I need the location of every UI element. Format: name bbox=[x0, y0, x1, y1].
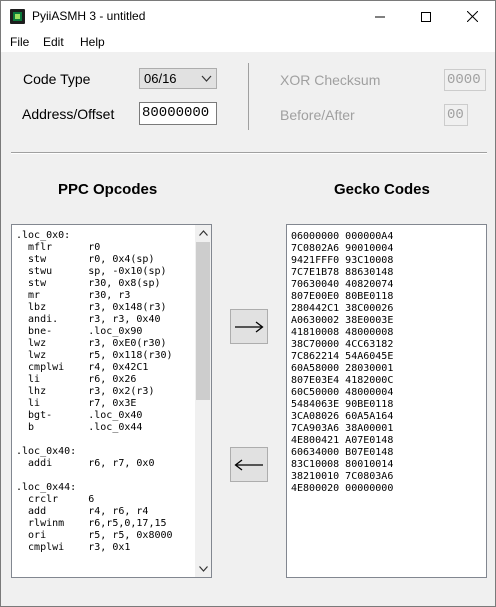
ppc-opcodes-heading: PPC Opcodes bbox=[58, 181, 158, 198]
opcode-line bbox=[16, 470, 211, 482]
menu-help[interactable]: Help bbox=[80, 35, 105, 49]
gecko-code-line: 9421FFF0 93C10008 bbox=[291, 255, 394, 266]
chevron-down-icon bbox=[198, 566, 208, 572]
gecko-code-line: 7C7E1B78 88630148 bbox=[291, 267, 394, 278]
opcode-line: mr r30, r3 bbox=[16, 290, 131, 301]
gecko-code-line: 4E800421 A07E0148 bbox=[291, 435, 394, 446]
gecko-codes-editor[interactable]: 06000000 000000A4 7C0802A6 90010004 9421FF… bbox=[286, 224, 487, 578]
gecko-code-line: 5484063E 90BE0118 bbox=[291, 399, 394, 410]
opcode-line: li r7, 0x3E bbox=[16, 398, 137, 409]
xor-checksum-label: XOR Checksum bbox=[280, 72, 381, 88]
gecko-code-line: 7C0802A6 90010004 bbox=[291, 243, 394, 254]
opcode-line: lwz r5, 0x118(r30) bbox=[16, 350, 173, 361]
gecko-code-line: 41810008 48000008 bbox=[291, 327, 394, 338]
title-bar: PyiiASMH 3 - untitled bbox=[1, 1, 495, 32]
ppc-opcodes-editor[interactable]: .loc_0x0: mflr r0 stw r0, 0x4(sp) stwu s… bbox=[11, 224, 212, 578]
opcode-lines: .loc_0x0: mflr r0 stw r0, 0x4(sp) stwu s… bbox=[16, 230, 211, 554]
disassemble-button[interactable] bbox=[230, 447, 268, 482]
opcode-line: .loc_0x40: bbox=[16, 446, 77, 457]
code-type-select[interactable]: 06/16 bbox=[139, 68, 217, 89]
opcode-line: andi. r3, r3, 0x40 bbox=[16, 314, 161, 325]
gecko-code-line: 3CA08026 60A5A164 bbox=[291, 411, 394, 422]
gecko-code-line: 38C70000 4CC63182 bbox=[291, 339, 394, 350]
gecko-lines: 06000000 000000A4 7C0802A6 90010004 9421FF… bbox=[291, 231, 486, 495]
maximize-icon bbox=[421, 11, 431, 22]
gecko-code-line: 60A58000 28030001 bbox=[291, 363, 394, 374]
opcode-line: cmplwi r3, 0x1 bbox=[16, 542, 131, 553]
before-after-input[interactable]: 00 bbox=[444, 104, 468, 126]
opcode-line: bgt- .loc_0x40 bbox=[16, 410, 143, 421]
address-label: Address/Offset bbox=[22, 106, 115, 122]
chevron-down-icon bbox=[201, 75, 212, 82]
menu-edit[interactable]: Edit bbox=[43, 35, 64, 49]
gecko-code-line: 60C50000 48000004 bbox=[291, 387, 394, 398]
window-title: PyiiASMH 3 - untitled bbox=[32, 9, 146, 23]
opcodes-scrollbar[interactable] bbox=[195, 225, 211, 577]
close-button[interactable] bbox=[449, 1, 495, 32]
gecko-code-line: 280442C1 38C00026 bbox=[291, 303, 394, 314]
opcode-line bbox=[16, 434, 211, 446]
close-icon bbox=[466, 11, 478, 22]
gecko-code-line: 83C10008 80010014 bbox=[291, 459, 394, 470]
code-type-value: 06/16 bbox=[144, 71, 177, 86]
address-input[interactable]: 80000000 bbox=[139, 102, 217, 125]
opcode-line: stw r0, 0x4(sp) bbox=[16, 254, 155, 265]
before-after-label: Before/After bbox=[280, 107, 355, 123]
assemble-button[interactable] bbox=[230, 309, 268, 344]
opcode-line: lbz r3, 0x148(r3) bbox=[16, 302, 167, 313]
app-icon bbox=[10, 9, 25, 24]
gecko-code-line: 7C862214 54A6045E bbox=[291, 351, 394, 362]
gecko-code-line: A0630002 38E0003E bbox=[291, 315, 394, 326]
opcode-line: cmplwi r4, 0x42C1 bbox=[16, 362, 149, 373]
menu-file[interactable]: File bbox=[10, 35, 29, 49]
gecko-code-line: 7CA903A6 38A00001 bbox=[291, 423, 394, 434]
gecko-code-line: 4E800020 00000000 bbox=[291, 483, 394, 494]
opcode-line: .loc_0x44: bbox=[16, 482, 77, 493]
opcode-line: add r4, r6, r4 bbox=[16, 506, 149, 517]
scroll-down-button[interactable] bbox=[195, 561, 211, 577]
opcode-line: stw r30, 0x8(sp) bbox=[16, 278, 161, 289]
gecko-code-line: 38210010 7C0803A6 bbox=[291, 471, 394, 482]
scroll-thumb[interactable] bbox=[196, 242, 210, 400]
opcode-line: bne- .loc_0x90 bbox=[16, 326, 143, 337]
maximize-button[interactable] bbox=[403, 1, 449, 32]
arrow-left-icon bbox=[234, 458, 263, 471]
opcode-line: rlwinm r6,r5,0,17,15 bbox=[16, 518, 167, 529]
opcode-line: li r6, 0x26 bbox=[16, 374, 137, 385]
arrow-right-icon bbox=[235, 320, 264, 333]
opcode-line: lhz r3, 0x2(r3) bbox=[16, 386, 155, 397]
xor-checksum-input[interactable]: 0000 bbox=[444, 69, 486, 91]
minimize-button[interactable] bbox=[357, 1, 403, 32]
opcode-line: lwz r3, 0xE0(r30) bbox=[16, 338, 167, 349]
gecko-codes-heading: Gecko Codes bbox=[334, 181, 430, 198]
menu-bar: File Edit Help bbox=[1, 32, 495, 52]
app-window: PyiiASMH 3 - untitled File Edit Help Cod… bbox=[0, 0, 496, 607]
chevron-up-icon bbox=[198, 230, 208, 236]
code-type-label: Code Type bbox=[23, 71, 91, 87]
gecko-code-line: 06000000 000000A4 bbox=[291, 231, 394, 242]
opcode-line: stwu sp, -0x10(sp) bbox=[16, 266, 167, 277]
horizontal-divider-highlight bbox=[11, 153, 487, 154]
opcode-line: .loc_0x0: bbox=[16, 230, 71, 241]
gecko-code-line: 70630040 40820074 bbox=[291, 279, 394, 290]
vertical-divider bbox=[248, 63, 249, 130]
opcode-line: mflr r0 bbox=[16, 242, 101, 253]
minimize-icon bbox=[375, 16, 385, 17]
gecko-code-line: 807E00E0 80BE0118 bbox=[291, 291, 394, 302]
gecko-code-line: 807E03E4 4182000C bbox=[291, 375, 394, 386]
opcode-line: b .loc_0x44 bbox=[16, 422, 143, 433]
opcode-line: ori r5, r5, 0x8000 bbox=[16, 530, 173, 541]
opcode-line: crclr 6 bbox=[16, 494, 95, 505]
gecko-code-line: 60634000 B07E0148 bbox=[291, 447, 394, 458]
opcode-line: addi r6, r7, 0x0 bbox=[16, 458, 155, 469]
scroll-up-button[interactable] bbox=[195, 225, 211, 241]
